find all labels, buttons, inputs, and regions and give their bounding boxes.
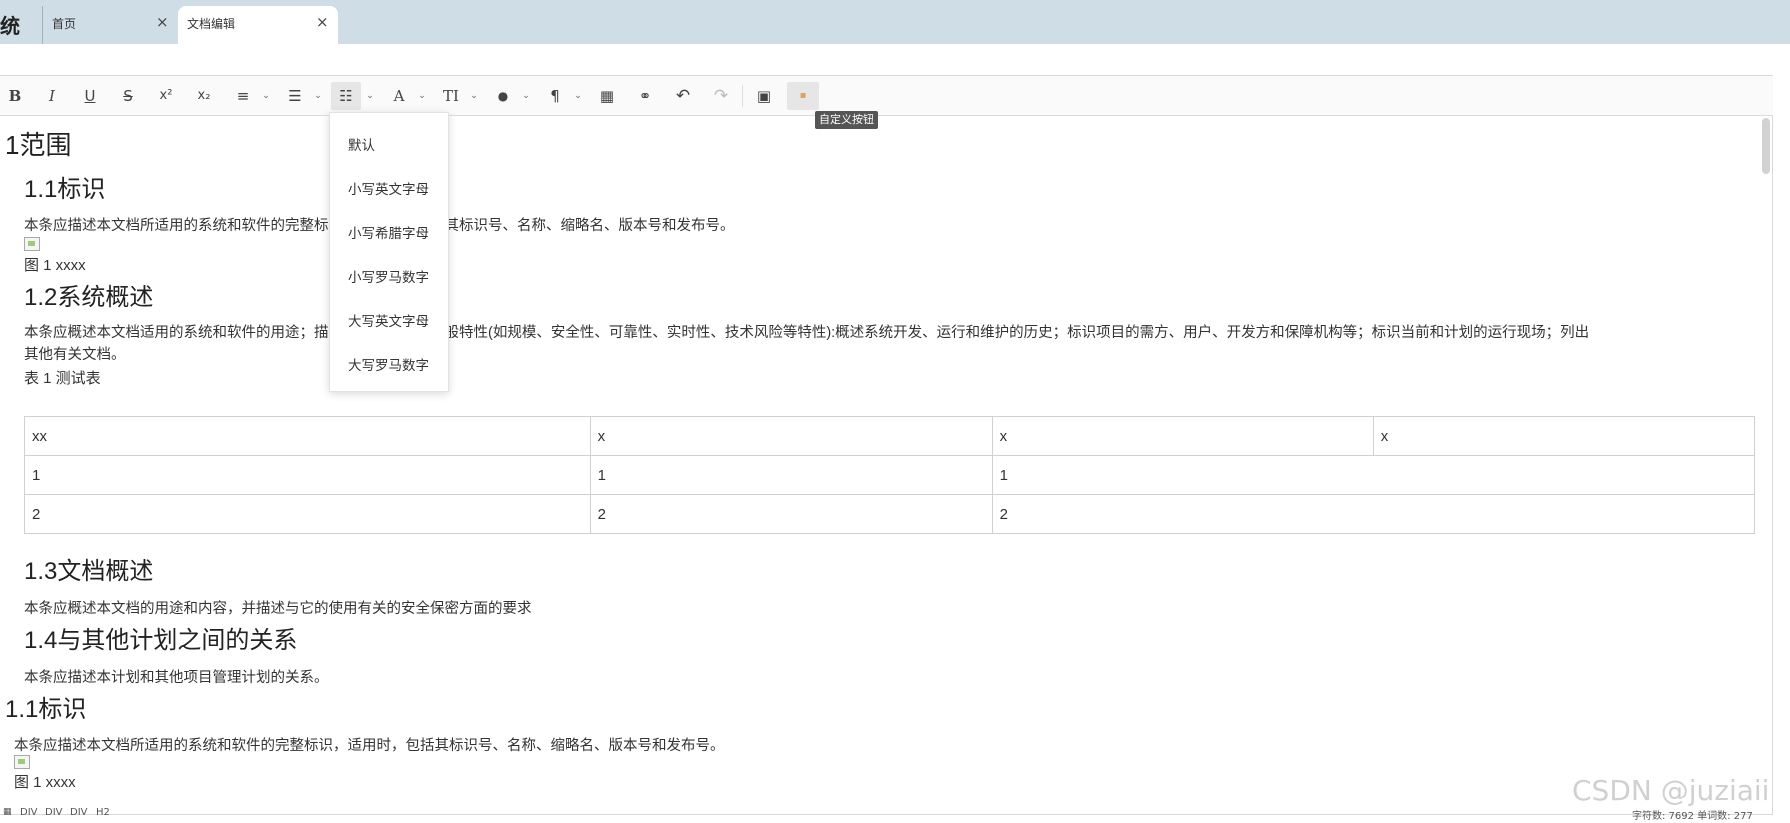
table-cell[interactable]: 2 [589, 494, 993, 534]
bold-button[interactable]: B [0, 82, 30, 110]
element-path-item[interactable]: DIV [70, 807, 88, 818]
broken-image-icon [24, 237, 40, 251]
list-style-dropdown: 默认 小写英文字母 小写希腊字母 小写罗马数字 大写英文字母 大写罗马数字 [329, 112, 449, 392]
paragraph: 本条应概述本文档适用的系统和软件的用途；描述系统与软件的一般特性(如规模、安全性… [24, 325, 1590, 341]
table-row: 1 1 1 [24, 455, 1756, 495]
table-cell[interactable]: 1 [589, 455, 993, 495]
list-style-option-lower-greek[interactable]: 小写希腊字母 [348, 222, 429, 242]
list-style-option-lower-roman[interactable]: 小写罗马数字 [348, 266, 429, 286]
rich-text-editor: B I U S x² x₂ ≡ ⌄ ☰ ⌄ ☷ ⌄ A ⌄ TI ⌄ ● ⌄ ¶… [0, 75, 1773, 815]
table-caption: 表 1 测试表 [24, 370, 101, 387]
figure-caption: 图 1 xxxx [24, 257, 86, 274]
figure-caption: 图 1 xxxx [14, 774, 76, 791]
paragraph: 本条应描述本文档所适用的系统和软件的完整标识，适用时，包括其标识号、名称、缩略名… [14, 738, 725, 754]
table-cell[interactable]: x [589, 416, 993, 456]
font-size-icon[interactable]: TI [436, 82, 466, 110]
broken-image-icon [14, 755, 30, 769]
chevron-down-icon[interactable]: ⌄ [571, 82, 585, 110]
table-cell[interactable]: xx [24, 416, 591, 456]
grip-icon: ▦ [3, 807, 12, 817]
editor-toolbar: B I U S x² x₂ ≡ ⌄ ☰ ⌄ ☷ ⌄ A ⌄ TI ⌄ ● ⌄ ¶… [0, 76, 1773, 116]
heading-scope: 1范围 [5, 130, 72, 160]
table-icon[interactable]: ▦ [592, 82, 622, 110]
italic-button[interactable]: I [37, 82, 67, 110]
list-style-option-upper-roman[interactable]: 大写罗马数字 [348, 354, 429, 374]
element-path-item[interactable]: H2 [96, 807, 110, 818]
background-color-icon[interactable]: ● [488, 82, 518, 110]
table-row: 2 2 2 [24, 494, 1756, 534]
paragraph: 本条应描述本计划和其他项目管理计划的关系。 [24, 670, 329, 686]
paragraph: 本条应概述本文档的用途和内容，并描述与它的使用有关的安全保密方面的要求 [24, 601, 532, 617]
link-icon[interactable]: ⚭ [630, 82, 660, 110]
image-icon[interactable]: ▣ [749, 82, 779, 110]
underline-button[interactable]: U [75, 82, 105, 110]
paragraph: 其他有关文档。 [24, 347, 126, 363]
strikethrough-button[interactable]: S [113, 82, 143, 110]
heading-identification: 1.1标识 [24, 176, 106, 203]
table-row: xx x x x [24, 416, 1756, 456]
data-table[interactable]: xx x x x 1 1 1 2 2 2 [24, 416, 1756, 534]
chevron-down-icon[interactable]: ⌄ [311, 82, 325, 110]
chevron-down-icon[interactable]: ⌄ [259, 82, 273, 110]
toolbar-divider [742, 85, 743, 107]
chevron-down-icon[interactable]: ⌄ [519, 82, 533, 110]
paragraph-icon[interactable]: ¶ [540, 82, 570, 110]
heading-document-overview: 1.3文档概述 [24, 558, 154, 585]
app-title: 统 [0, 14, 20, 38]
status-bar: ▦ DIV DIV DIV H2 字符数: 7692 单词数: 277 [0, 802, 1790, 823]
table-cell[interactable]: x [1372, 416, 1756, 456]
table-cell[interactable]: 1 [991, 455, 1756, 495]
heading-relationship: 1.4与其他计划之间的关系 [24, 627, 298, 654]
close-icon[interactable]: × [156, 13, 169, 31]
table-cell[interactable]: 2 [24, 494, 591, 534]
chevron-down-icon[interactable]: ⌄ [467, 82, 481, 110]
tab-document-edit[interactable]: 文档编辑 × [178, 6, 338, 44]
vertical-scrollbar[interactable] [1762, 118, 1770, 174]
table-cell[interactable]: 1 [24, 455, 591, 495]
element-path-item[interactable]: DIV [20, 807, 38, 818]
editor-content[interactable]: 1范围 1.1标识 本条应描述本文档所适用的系统和软件的完整标识，适用时，包括其… [0, 117, 1760, 800]
redo-icon[interactable]: ↷ [706, 82, 736, 110]
heading-identification: 1.1标识 [5, 696, 87, 723]
tab-label: 首页 [52, 17, 77, 31]
superscript-button[interactable]: x² [151, 82, 181, 110]
element-path-item[interactable]: DIV [45, 807, 63, 818]
custom-button-tooltip: 自定义按钮 [815, 111, 878, 129]
numbered-list-icon[interactable]: ☷ [331, 82, 361, 110]
font-color-icon[interactable]: A [384, 82, 414, 110]
watermark: CSDN @juziaii [1572, 774, 1770, 807]
list-style-option-lower-alpha[interactable]: 小写英文字母 [348, 178, 429, 198]
heading-system-overview: 1.2系统概述 [24, 284, 154, 311]
tab-label: 文档编辑 [187, 17, 236, 31]
list-style-option-default[interactable]: 默认 [348, 134, 375, 154]
word-count: 字符数: 7692 单词数: 277 [1632, 811, 1753, 822]
subscript-button[interactable]: x₂ [189, 82, 219, 110]
custom-button[interactable]: ▪ [787, 82, 819, 110]
table-cell[interactable]: x [991, 416, 1374, 456]
tab-bar: 统 首页 × 文档编辑 × [0, 0, 1790, 44]
undo-icon[interactable]: ↶ [668, 82, 698, 110]
chevron-down-icon[interactable]: ⌄ [363, 82, 377, 110]
close-icon[interactable]: × [316, 13, 329, 31]
list-style-option-upper-alpha[interactable]: 大写英文字母 [348, 310, 429, 330]
table-cell[interactable]: 2 [991, 494, 1756, 534]
chevron-down-icon[interactable]: ⌄ [415, 82, 429, 110]
align-icon[interactable]: ≡ [228, 82, 258, 110]
bullet-list-icon[interactable]: ☰ [280, 82, 310, 110]
tab-home[interactable]: 首页 × [42, 6, 177, 44]
